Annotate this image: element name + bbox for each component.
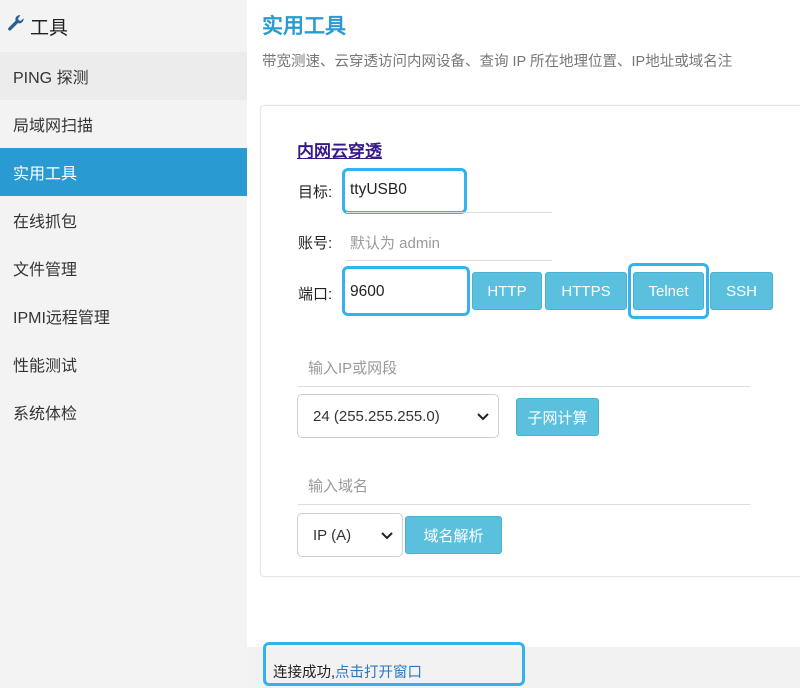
ssh-button[interactable]: SSH bbox=[710, 272, 773, 310]
http-button[interactable]: HTTP bbox=[472, 272, 542, 310]
sidebar-item-system-check[interactable]: 系统体检 bbox=[0, 388, 247, 436]
sidebar-item-lan-scan[interactable]: 局域网扫描 bbox=[0, 100, 247, 148]
sidebar-item-label: 局域网扫描 bbox=[13, 118, 94, 135]
sidebar-item-label: IPMI远程管理 bbox=[13, 310, 110, 327]
record-type-select[interactable]: IP (A) bbox=[297, 513, 403, 557]
chevron-down-icon bbox=[476, 409, 490, 423]
target-underline bbox=[346, 212, 552, 213]
target-label: 目标: bbox=[298, 184, 333, 201]
status-message: 连接成功,点击打开窗口 bbox=[273, 661, 422, 682]
sidebar: 工具 PING 探测 局域网扫描 实用工具 在线抓包 文件管理 IPMI远程管理… bbox=[0, 0, 247, 688]
account-input[interactable]: 默认为 admin bbox=[350, 232, 440, 253]
sidebar-header: 工具 bbox=[0, 0, 247, 52]
status-text: 连接成功, bbox=[273, 665, 336, 681]
sidebar-item-ping[interactable]: PING 探测 bbox=[0, 52, 247, 100]
tools-card: 内网云穿透 目标: ttyUSB0 账号: 默认为 admin 端口: 9600… bbox=[260, 105, 800, 577]
subnet-mask-select[interactable]: 24 (255.255.255.0) bbox=[297, 394, 499, 438]
sidebar-item-label: 实用工具 bbox=[13, 166, 78, 183]
sidebar-item-label: 性能测试 bbox=[13, 358, 78, 375]
account-label: 账号: bbox=[298, 235, 333, 252]
sidebar-item-label: 文件管理 bbox=[13, 262, 78, 279]
sidebar-item-file-manager[interactable]: 文件管理 bbox=[0, 244, 247, 292]
page-description: 带宽测速、云穿透访问内网设备、查询 IP 所在地理位置、IP地址或域名注 bbox=[262, 54, 733, 70]
tunnel-title[interactable]: 内网云穿透 bbox=[297, 137, 382, 162]
sidebar-title: 工具 bbox=[30, 17, 69, 39]
port-label: 端口: bbox=[298, 286, 333, 303]
record-type-value: IP (A) bbox=[313, 526, 352, 544]
sidebar-item-label: 在线抓包 bbox=[13, 214, 78, 231]
dns-resolve-button[interactable]: 域名解析 bbox=[405, 516, 502, 554]
telnet-button[interactable]: Telnet bbox=[633, 272, 704, 310]
https-button[interactable]: HTTPS bbox=[545, 272, 627, 310]
page-title: 实用工具 bbox=[262, 15, 346, 38]
domain-underline bbox=[298, 504, 750, 505]
sidebar-item-utilities[interactable]: 实用工具 bbox=[0, 148, 247, 196]
sidebar-item-packet-capture[interactable]: 在线抓包 bbox=[0, 196, 247, 244]
ip-underline bbox=[298, 386, 750, 387]
wrench-icon bbox=[6, 13, 30, 39]
main-content: 实用工具 带宽测速、云穿透访问内网设备、查询 IP 所在地理位置、IP地址或域名… bbox=[247, 0, 800, 688]
sidebar-item-ipmi[interactable]: IPMI远程管理 bbox=[0, 292, 247, 340]
domain-input[interactable]: 输入域名 bbox=[308, 475, 368, 496]
account-underline bbox=[346, 260, 552, 261]
sidebar-item-label: 系统体检 bbox=[13, 406, 78, 423]
port-input[interactable]: 9600 bbox=[350, 283, 384, 301]
subnet-calc-button[interactable]: 子网计算 bbox=[516, 398, 599, 436]
subnet-mask-value: 24 (255.255.255.0) bbox=[313, 407, 440, 425]
open-window-link[interactable]: 点击打开窗口 bbox=[335, 665, 422, 681]
target-input[interactable]: ttyUSB0 bbox=[350, 181, 407, 199]
ip-input[interactable]: 输入IP或网段 bbox=[308, 357, 397, 378]
sidebar-item-performance[interactable]: 性能测试 bbox=[0, 340, 247, 388]
chevron-down-icon bbox=[380, 528, 394, 542]
sidebar-item-label: PING 探测 bbox=[13, 70, 89, 87]
